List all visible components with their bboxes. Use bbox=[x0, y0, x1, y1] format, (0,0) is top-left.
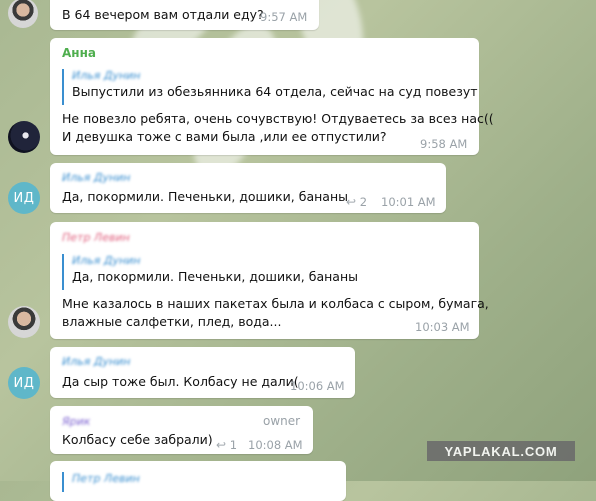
avatar[interactable] bbox=[8, 306, 40, 338]
avatar[interactable] bbox=[8, 121, 40, 153]
sender-name[interactable]: Илья Дунин bbox=[62, 355, 131, 368]
quote-author: Илья Дунин bbox=[72, 69, 141, 82]
message-bubble[interactable]: Петр Левин Илья Дунин Да, покормили. Печ… bbox=[50, 222, 489, 339]
message-time: 10:08 AM bbox=[248, 438, 303, 452]
owner-badge: owner bbox=[263, 414, 301, 428]
message-bubble[interactable]: Ярик owner Колбасу себе забрали) ↩ 1 10:… bbox=[50, 406, 313, 454]
message-text-line: Не повезло ребята, очень сочувствую! Отд… bbox=[62, 111, 494, 126]
reply-quote[interactable]: Илья Дунин Выпустили из обезьянника 64 о… bbox=[62, 69, 478, 105]
message-text: Да, покормили. Печеньки, дошики, бананы bbox=[62, 189, 348, 204]
message-time: 9:57 AM bbox=[260, 10, 308, 24]
message-bubble[interactable]: Петр Левин bbox=[50, 461, 346, 501]
reply-count[interactable]: ↩ 2 bbox=[346, 195, 367, 209]
message-text-line: влажные салфетки, плед, вода... bbox=[62, 314, 282, 329]
sender-name[interactable]: Анна bbox=[62, 46, 96, 60]
avatar[interactable]: ИД bbox=[8, 367, 40, 399]
avatar[interactable]: ИД bbox=[8, 182, 40, 214]
quote-author: Петр Левин bbox=[72, 472, 140, 485]
message-bubble[interactable]: Илья Дунин Да сыр тоже был. Колбасу не д… bbox=[50, 347, 355, 398]
message-text-line: Мне казалось в наших пакетах была и колб… bbox=[62, 296, 489, 311]
reply-arrow-icon: ↩ bbox=[216, 438, 227, 452]
message-text-line: И девушка тоже с вами была ,или ее отпус… bbox=[62, 129, 387, 144]
quote-author: Илья Дунин bbox=[72, 254, 141, 267]
quote-text: Да, покормили. Печеньки, дошики, бананы bbox=[72, 269, 358, 284]
reply-quote[interactable]: Петр Левин bbox=[62, 472, 140, 492]
message-bubble[interactable]: Илья Дунин Да, покормили. Печеньки, доши… bbox=[50, 163, 446, 213]
message-time: 10:06 AM bbox=[290, 379, 345, 393]
sender-name[interactable]: Илья Дунин bbox=[62, 171, 131, 184]
reply-count[interactable]: ↩ 1 bbox=[216, 438, 237, 452]
site-watermark: YAPLAKAL.COM bbox=[427, 441, 575, 461]
quote-text: Выпустили из обезьянника 64 отдела, сейч… bbox=[72, 84, 478, 99]
message-text: Да сыр тоже был. Колбасу не дали( bbox=[62, 374, 299, 389]
message-bubble[interactable]: Анна Илья Дунин Выпустили из обезьянника… bbox=[50, 38, 494, 155]
message-text: В 64 вечером вам отдали еду? bbox=[62, 7, 264, 22]
message-time: 9:58 AM bbox=[420, 137, 468, 151]
message-bubble[interactable]: В 64 вечером вам отдали еду? 9:57 AM bbox=[50, 0, 319, 30]
message-time: 10:03 AM bbox=[415, 320, 470, 334]
sender-name[interactable]: Ярик bbox=[62, 415, 90, 428]
message-time: 10:01 AM bbox=[381, 195, 436, 209]
message-text: Колбасу себе забрали) bbox=[62, 432, 213, 447]
sender-name[interactable]: Петр Левин bbox=[62, 231, 130, 244]
reply-quote[interactable]: Илья Дунин Да, покормили. Печеньки, доши… bbox=[62, 254, 358, 290]
avatar[interactable] bbox=[8, 0, 38, 28]
reply-arrow-icon: ↩ bbox=[346, 195, 357, 209]
